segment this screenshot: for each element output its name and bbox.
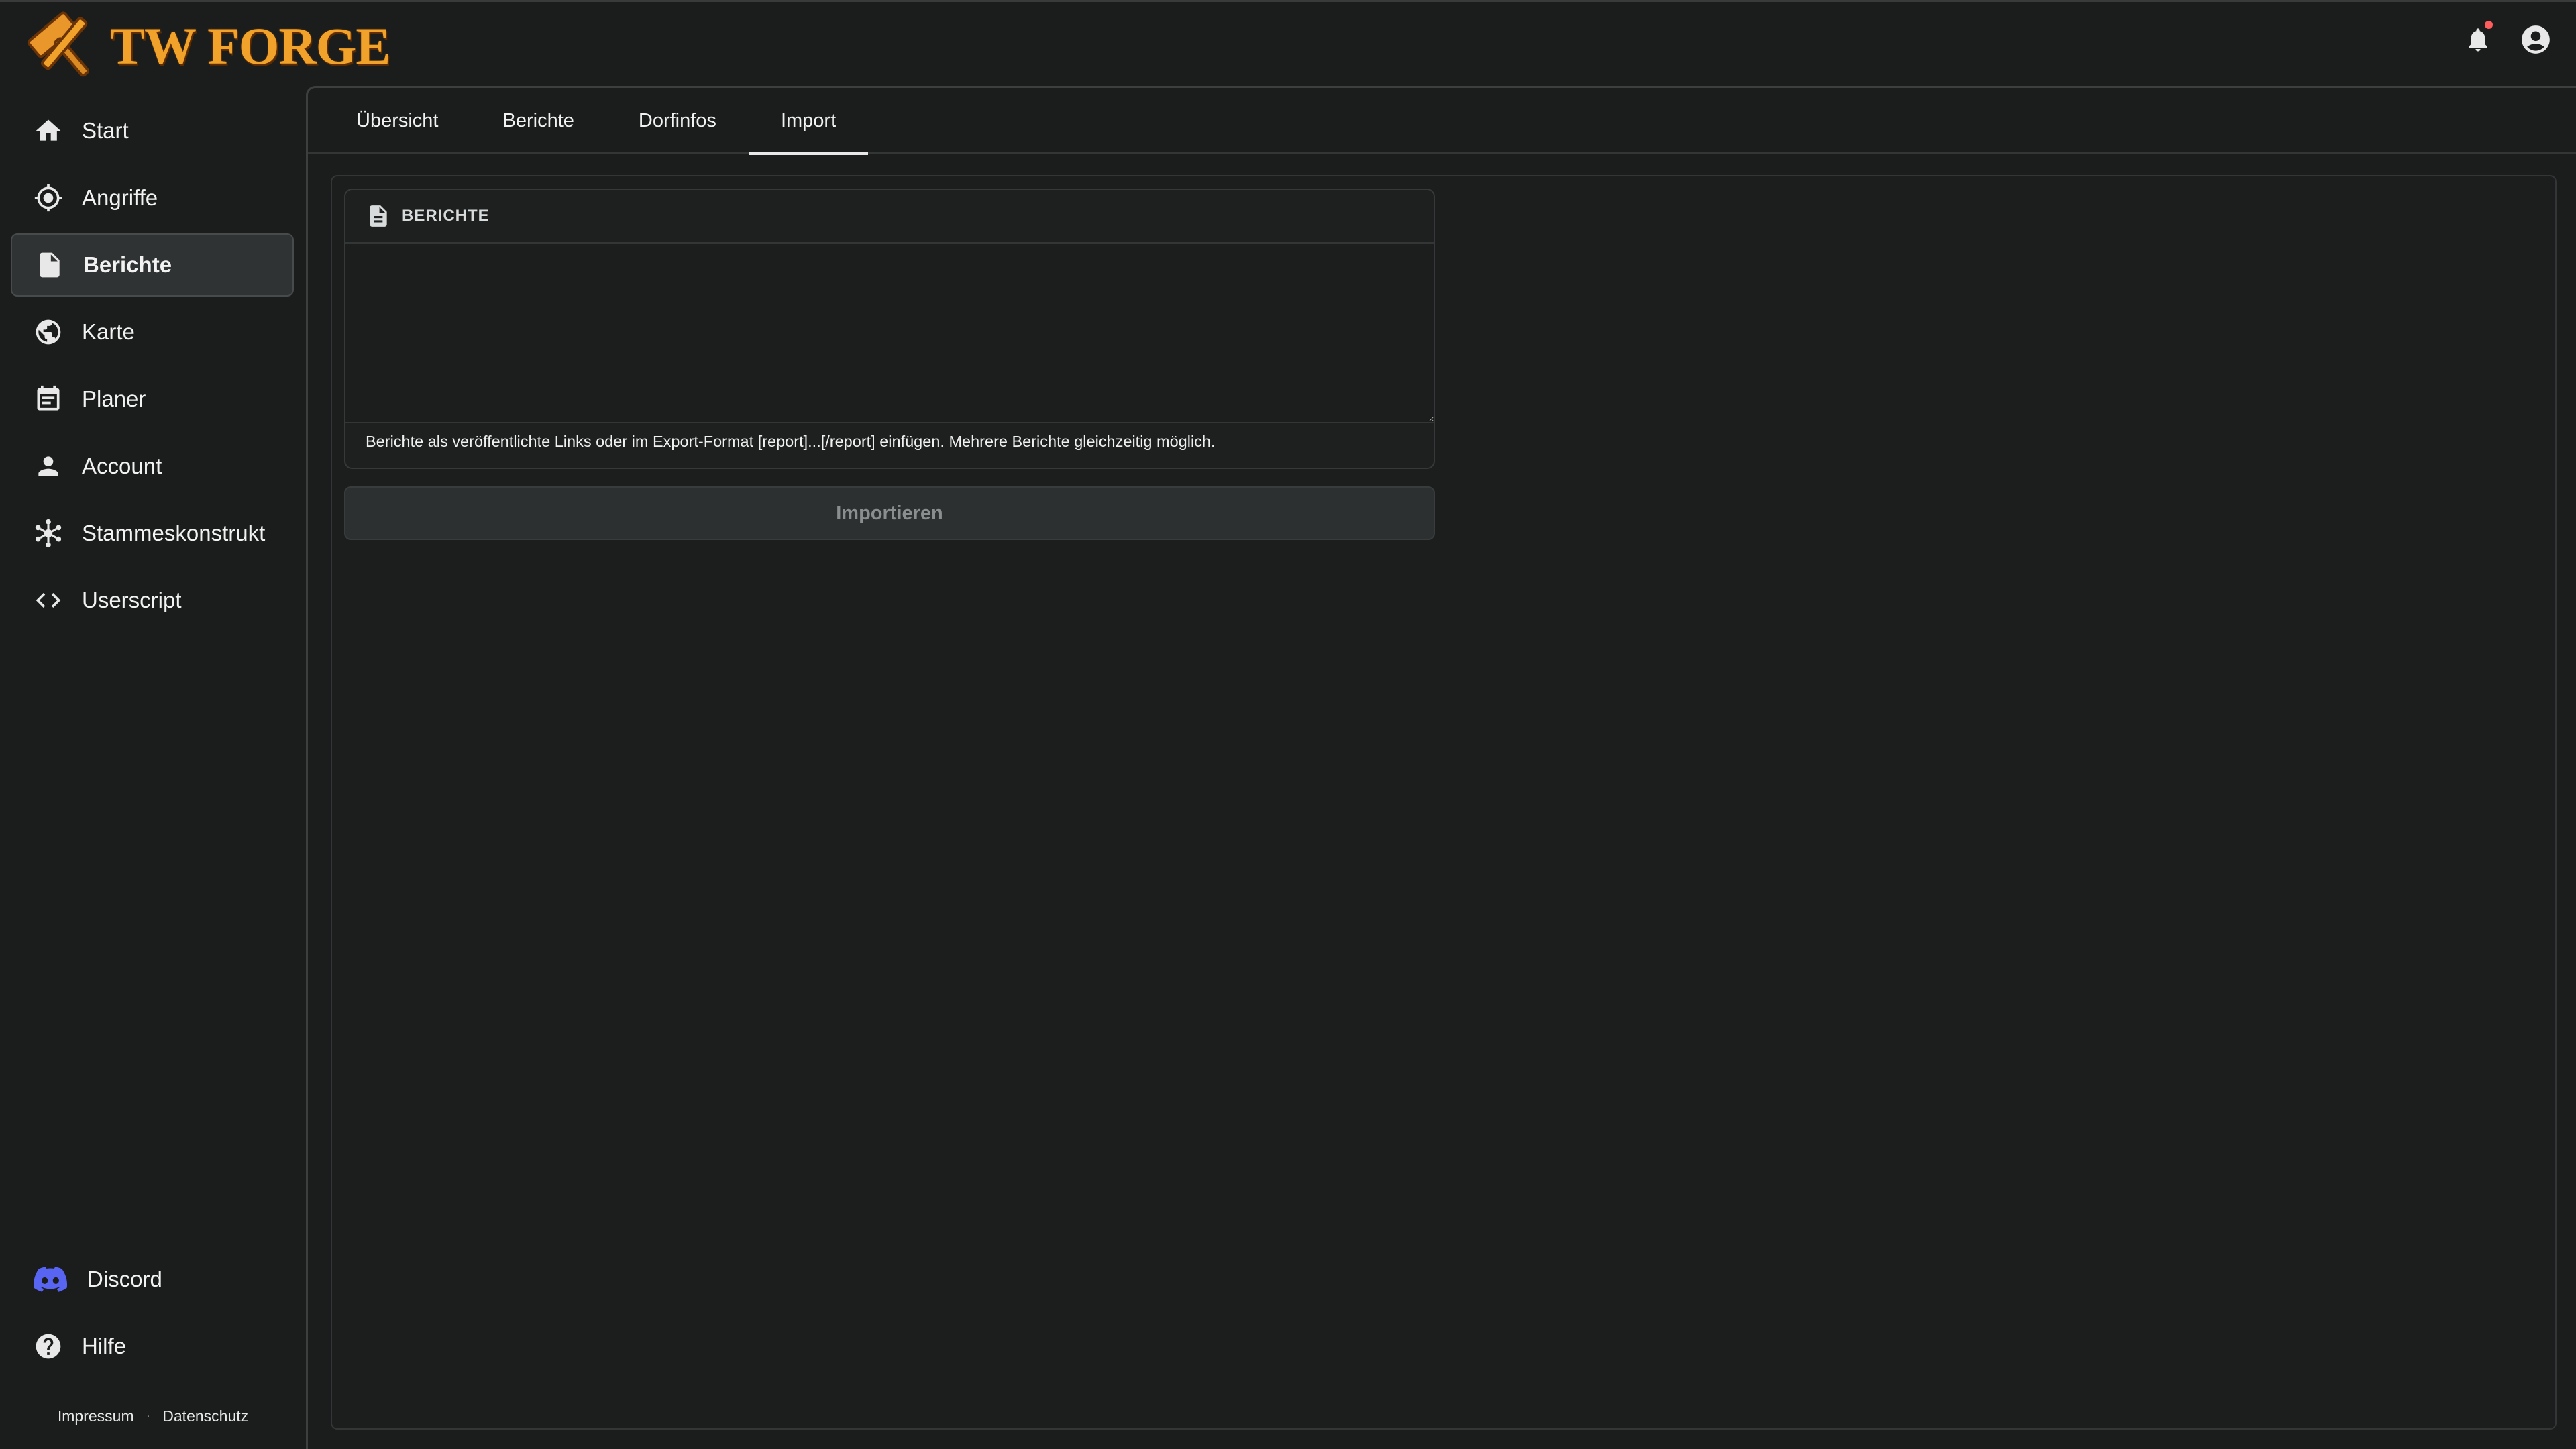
tab-import[interactable]: Import xyxy=(748,88,869,155)
account-menu-button[interactable] xyxy=(2518,22,2553,57)
sidebar-item-discord[interactable]: Discord xyxy=(11,1248,294,1311)
sidebar-item-label: Start xyxy=(82,118,129,143)
card-title: BERICHTE xyxy=(402,207,490,225)
footer-separator: · xyxy=(146,1409,151,1424)
datenschutz-link[interactable]: Datenschutz xyxy=(162,1407,248,1426)
sidebar-item-label: Account xyxy=(82,453,162,478)
top-actions xyxy=(2461,21,2553,57)
import-panel: BERICHTE Berichte als veröffentlichte Li… xyxy=(331,175,2557,1430)
sidebar-item-angriffe[interactable]: Angriffe xyxy=(11,166,294,229)
discord-icon xyxy=(32,1263,68,1295)
home-icon xyxy=(32,115,64,147)
sidebar-item-label: Userscript xyxy=(82,588,182,612)
sidebar-item-karte[interactable]: Karte xyxy=(11,301,294,364)
sidebar-item-userscript[interactable]: Userscript xyxy=(11,569,294,632)
sidebar-item-start[interactable]: Start xyxy=(11,99,294,162)
logo-text: TW FORGE xyxy=(110,17,390,75)
hammer-logo-icon xyxy=(27,11,89,77)
calendar-icon xyxy=(32,383,64,415)
sidebar-item-planer[interactable]: Planer xyxy=(11,368,294,431)
tab-bar: Übersicht Berichte Dorfinfos Import xyxy=(308,88,2576,155)
reports-import-card: BERICHTE Berichte als veröffentlichte Li… xyxy=(344,189,1435,469)
sidebar-item-label: Planer xyxy=(82,386,146,411)
import-button[interactable]: Importieren xyxy=(344,486,1435,540)
report-icon xyxy=(34,249,66,281)
code-icon xyxy=(32,584,64,616)
sidebar-item-berichte[interactable]: Berichte xyxy=(11,233,294,297)
sidebar-item-label: Hilfe xyxy=(82,1334,127,1358)
top-bar: TW FORGE xyxy=(0,0,2576,86)
sidebar-item-account[interactable]: Account xyxy=(11,435,294,498)
help-icon xyxy=(32,1330,64,1362)
tab-dorfinfos[interactable]: Dorfinfos xyxy=(606,88,749,154)
impressum-link[interactable]: Impressum xyxy=(58,1407,134,1426)
sidebar: Start Angriffe Berichte Karte Planer Acc… xyxy=(0,86,306,1449)
sidebar-nav: Start Angriffe Berichte Karte Planer Acc… xyxy=(11,99,294,636)
logo[interactable]: TW FORGE xyxy=(24,7,390,85)
reports-textarea[interactable] xyxy=(345,244,1434,423)
sidebar-item-label: Angriffe xyxy=(82,185,158,210)
textarea-hint: Berichte als veröffentlichte Links oder … xyxy=(366,433,1216,450)
person-icon xyxy=(32,450,64,482)
sidebar-item-label: Discord xyxy=(87,1267,162,1291)
account-circle-icon xyxy=(2522,25,2550,54)
sidebar-item-stammeskonstrukt[interactable]: Stammeskonstrukt xyxy=(11,502,294,565)
sidebar-bottom-nav: Discord Hilfe xyxy=(11,1248,294,1382)
tab-uebersicht[interactable]: Übersicht xyxy=(324,88,471,154)
card-header: BERICHTE xyxy=(345,190,1434,244)
crosshair-icon xyxy=(32,182,64,214)
app-root: TW FORGE Start Angriffe Berichte Karte P… xyxy=(0,0,2576,1449)
footer-links: Impressum · Datenschutz xyxy=(0,1407,306,1426)
notifications-button[interactable] xyxy=(2461,21,2496,57)
document-icon xyxy=(370,205,387,227)
tab-berichte[interactable]: Berichte xyxy=(471,88,606,154)
sidebar-item-label: Karte xyxy=(82,319,135,344)
globe-icon xyxy=(32,316,64,348)
main-content: Übersicht Berichte Dorfinfos Import BERI… xyxy=(306,86,2576,1449)
sidebar-item-label: Stammeskonstrukt xyxy=(82,521,266,545)
notification-dot xyxy=(2485,21,2493,29)
hub-icon xyxy=(32,517,64,549)
sidebar-item-hilfe[interactable]: Hilfe xyxy=(11,1315,294,1378)
sidebar-item-label: Berichte xyxy=(83,252,172,277)
